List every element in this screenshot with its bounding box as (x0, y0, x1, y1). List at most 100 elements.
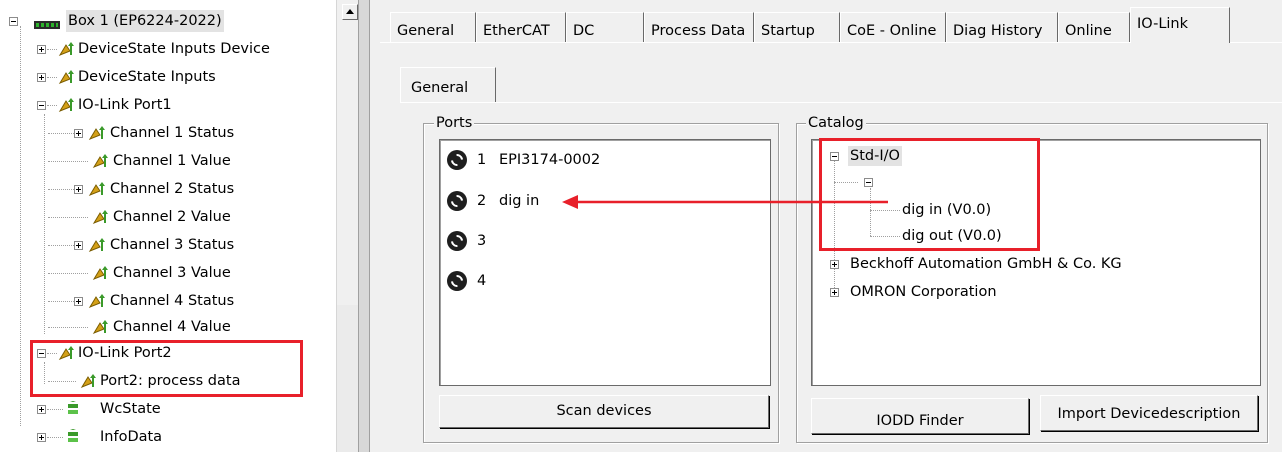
expand-icon[interactable] (37, 45, 46, 54)
catalog-item-label: Beckhoff Automation GmbH & Co. KG (850, 256, 1122, 272)
expand-icon[interactable] (830, 260, 839, 269)
port-number: 2 (477, 193, 487, 209)
tree-item-label: Channel 4 Status (110, 293, 235, 309)
tree-item-label: Channel 1 Status (110, 125, 235, 141)
solution-tree[interactable]: Box 1 (EP6224-2022) DeviceState Inputs D… (0, 0, 336, 452)
tab-io-link[interactable]: IO-Link (1130, 7, 1230, 43)
tree-item-label: IO-Link Port1 (78, 97, 172, 113)
tree-item[interactable]: DeviceState Inputs Device (0, 38, 336, 60)
tree-item-port2-process-data[interactable]: Port2: process data (0, 370, 336, 392)
io-link-port-icon (447, 191, 467, 211)
io-variable-icon (88, 181, 106, 204)
import-devicedescription-button[interactable]: Import Devicedescription (1040, 395, 1258, 431)
tree-item[interactable]: Channel 2 Value (0, 206, 336, 228)
tree-item-label: Channel 3 Status (110, 237, 235, 253)
tree-item[interactable]: Channel 1 Status (0, 122, 336, 144)
port-item[interactable]: 4 (447, 268, 747, 294)
collapse-icon[interactable] (830, 152, 839, 161)
tab-process-data[interactable]: Process Data (644, 12, 754, 42)
tab-startup[interactable]: Startup (754, 12, 840, 42)
io-variable-icon (88, 293, 106, 316)
tree-item[interactable]: Channel 3 Status (0, 234, 336, 256)
expand-icon[interactable] (74, 129, 83, 138)
tree-item-label: Port2: process data (100, 373, 241, 389)
port-number: 1 (477, 152, 487, 168)
io-variable-icon (58, 41, 74, 64)
expand-icon[interactable] (830, 288, 839, 297)
tab-online[interactable]: Online (1058, 12, 1130, 42)
ethercat-box-icon (34, 16, 60, 29)
expand-icon[interactable] (74, 185, 83, 194)
expand-icon[interactable] (74, 241, 83, 250)
tree-item-label: Channel 3 Value (113, 265, 231, 281)
port-number: 4 (477, 273, 487, 289)
scrollbar-thumb[interactable] (336, 305, 359, 452)
port-device-name: EPI3174-0002 (499, 152, 601, 168)
expand-icon[interactable] (74, 297, 83, 306)
io-variable-icon (88, 125, 106, 148)
io-variable-icon (92, 265, 108, 288)
subtab-strip-border (400, 102, 1282, 103)
port-number: 3 (477, 233, 487, 249)
io-variable-icon (58, 345, 74, 368)
tree-item[interactable]: Channel 3 Value (0, 262, 336, 284)
tree-item-label: DeviceState Inputs Device (78, 41, 270, 57)
tree-item-label: WcState (100, 401, 161, 417)
tree-item-label: InfoData (100, 429, 163, 445)
tree-item[interactable]: Channel 4 Status (0, 290, 336, 312)
tree-item-label: IO-Link Port2 (78, 345, 172, 361)
tree-item-label: Channel 2 Status (110, 181, 235, 197)
ports-title: Ports (434, 115, 475, 131)
io-variable-icon (80, 373, 96, 396)
io-link-port-icon (447, 271, 467, 291)
tab-ethercat[interactable]: EtherCAT (476, 12, 566, 42)
catalog-item-dig-in[interactable]: dig in (V0.0) (902, 200, 991, 220)
ports-list[interactable] (439, 139, 771, 386)
port-item[interactable]: 1 EPI3174-0002 (447, 147, 747, 173)
io-variable-icon (58, 97, 74, 120)
tree-item-io-link-port2[interactable]: IO-Link Port2 (0, 342, 336, 364)
io-variable-icon (92, 319, 108, 342)
tree-item[interactable]: DeviceState Inputs (0, 66, 336, 88)
tree-item-label: Channel 2 Value (113, 209, 231, 225)
tree-item-label: DeviceState Inputs (78, 69, 216, 85)
tree-item[interactable]: Channel 4 Value (0, 316, 336, 338)
io-link-port-icon (447, 150, 467, 170)
tree-item[interactable]: Channel 1 Value (0, 150, 336, 172)
catalog-item-label: dig out (V0.0) (902, 228, 1002, 244)
tab-general[interactable]: General (390, 12, 476, 42)
collapse-icon[interactable] (37, 101, 46, 110)
expand-icon[interactable] (37, 73, 46, 82)
collapse-icon[interactable] (864, 178, 873, 187)
state-variable-icon (66, 401, 80, 424)
subtab-general[interactable]: General (400, 67, 496, 103)
annotation-arrow-icon (562, 195, 888, 209)
tree-item-infodata[interactable]: InfoData (0, 426, 336, 448)
collapse-icon[interactable] (37, 349, 46, 358)
port-item[interactable]: 3 (447, 228, 747, 254)
collapse-icon[interactable] (9, 17, 18, 26)
io-link-port-icon (447, 231, 467, 251)
tree-item-wcstate[interactable]: WcState (0, 398, 336, 420)
tab-dc[interactable]: DC (566, 12, 644, 42)
tree-item-label: Channel 1 Value (113, 153, 231, 169)
scan-devices-button[interactable]: Scan devices (439, 395, 769, 428)
expand-icon[interactable] (37, 433, 46, 442)
tree-item[interactable]: Channel 2 Status (0, 178, 336, 200)
pane-splitter[interactable] (358, 0, 370, 452)
tree-item[interactable]: IO-Link Port1 (0, 94, 336, 116)
iodd-finder-button[interactable]: IODD Finder (811, 398, 1029, 434)
io-variable-icon (92, 153, 108, 176)
scroll-up-arrow-icon[interactable] (342, 4, 358, 20)
catalog-item-dig-out[interactable]: dig out (V0.0) (902, 226, 1002, 246)
io-variable-icon (92, 209, 108, 232)
tab-diag-history[interactable]: Diag History (946, 12, 1058, 42)
tree-item-label: Channel 4 Value (113, 319, 231, 335)
tab-coe-online[interactable]: CoE - Online (840, 12, 946, 42)
catalog-item-label: Std-I/O (848, 146, 902, 166)
tree-item-label: Box 1 (EP6224-2022) (66, 10, 224, 32)
io-variable-icon (58, 69, 74, 92)
io-variable-icon (88, 237, 106, 260)
expand-icon[interactable] (37, 405, 46, 414)
state-variable-icon (66, 429, 80, 452)
